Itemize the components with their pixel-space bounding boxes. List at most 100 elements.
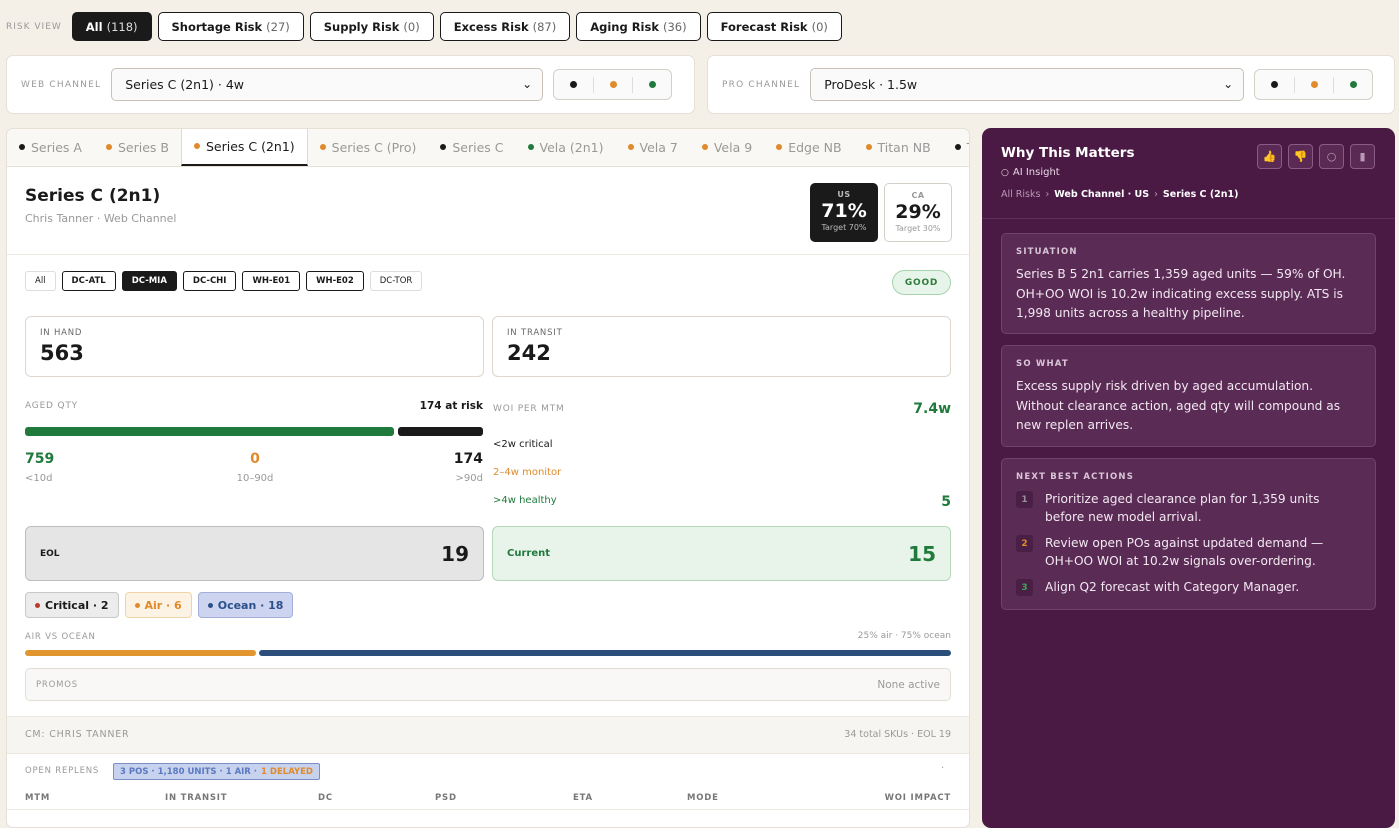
status-filter-orange[interactable] — [593, 76, 632, 93]
dc-filter-all[interactable]: All — [25, 271, 56, 291]
green-dot-icon — [648, 81, 656, 88]
col-eta: ETA — [573, 793, 593, 803]
orange-dot-icon — [134, 602, 140, 608]
dc-filter-wh-e02[interactable]: WH-E02 — [306, 271, 364, 291]
tab-series-a[interactable]: Series A — [7, 129, 94, 166]
orange-dot-icon — [1310, 81, 1318, 88]
open-replens-label: OPEN REPLENS — [25, 766, 100, 776]
dc-filter-atl[interactable]: DC-ATL — [61, 271, 116, 291]
tab-series-c[interactable]: Series C — [428, 129, 515, 166]
tab-vela-7[interactable]: Vela 7 — [616, 129, 690, 166]
eol-card[interactable]: EOL 19 — [25, 526, 484, 581]
tab-vela-9[interactable]: Vela 9 — [690, 129, 764, 166]
orange-dot-icon — [609, 81, 617, 88]
so-what-text: Excess supply risk driven by aged accumu… — [1016, 379, 1341, 432]
market-us-box[interactable]: US 71% Target 70% — [810, 183, 878, 242]
so-what-section: SO WHAT Excess supply risk driven by age… — [1001, 345, 1376, 447]
woi-healthy-count: 5 — [941, 494, 951, 510]
risk-filter-excess[interactable]: Excess Risk (87) — [439, 12, 571, 41]
promos-label: PROMOS — [36, 679, 78, 690]
replens-table-header — [7, 786, 969, 810]
thumbs-up-button[interactable]: 👍 — [1257, 144, 1282, 169]
critical-pill[interactable]: Critical · 2 — [25, 592, 119, 618]
tab-t[interactable]: T — [943, 129, 969, 166]
tab-series-c-pro[interactable]: Series C (Pro) — [308, 129, 429, 166]
status-dot-icon — [105, 144, 112, 150]
aged-bucket-mid-value: 0 — [250, 451, 260, 467]
action-item[interactable]: 1 Prioritize aged clearance plan for 1,3… — [1016, 490, 1361, 526]
risk-filter-aging[interactable]: Aging Risk (36) — [576, 12, 701, 41]
aged-qty-bar — [25, 427, 483, 436]
pro-channel-card: PRO CHANNEL ProDesk · 1.5w ⌄ — [707, 55, 1395, 114]
copy-icon: ▮ — [1359, 150, 1366, 163]
action-item[interactable]: 3 Align Q2 forecast with Category Manage… — [1016, 578, 1361, 596]
aged-bucket-old-value: 174 — [453, 451, 483, 467]
status-dot-icon — [527, 144, 534, 150]
woi-level-critical: <2w critical — [493, 439, 553, 450]
ocean-pill[interactable]: Ocean · 18 — [197, 592, 294, 618]
status-filter-green[interactable] — [632, 76, 671, 93]
web-channel-select[interactable]: Series C (2n1) · 4w ⌄ — [111, 68, 544, 101]
aged-bar-young — [25, 427, 394, 436]
dc-filter-mia[interactable]: DC-MIA — [121, 271, 177, 291]
status-dot-icon — [440, 144, 447, 150]
dc-filter-chi[interactable]: DC-CHI — [182, 271, 237, 291]
red-dot-icon — [35, 602, 40, 608]
breadcrumb-product: Series C (2n1) — [1162, 189, 1239, 200]
breadcrumb-channel[interactable]: Web Channel · US — [1054, 189, 1149, 200]
risk-filter-supply[interactable]: Supply Risk (0) — [309, 12, 434, 41]
category-manager-row: CM: CHRIS TANNER 34 total SKUs · EOL 19 — [7, 716, 969, 754]
status-dot-icon — [627, 144, 634, 150]
dc-filter-tor[interactable]: DC-TOR — [369, 271, 423, 291]
insight-subtitle: AI Insight — [1012, 167, 1060, 178]
pro-channel-label: PRO CHANNEL — [722, 79, 801, 90]
current-value: 15 — [908, 541, 936, 566]
refresh-button[interactable]: ○ — [1319, 144, 1344, 169]
col-mtm: MTM — [25, 793, 51, 803]
tab-titan-nb[interactable]: Titan NB — [854, 129, 943, 166]
action-item[interactable]: 2 Review open POs against updated demand… — [1016, 534, 1361, 570]
risk-filter-all[interactable]: All (118) — [71, 12, 152, 41]
in-hand-value: 563 — [40, 341, 84, 365]
green-dot-icon — [1349, 81, 1357, 88]
next-actions-heading: NEXT BEST ACTIONS — [1016, 472, 1135, 482]
promos-row[interactable]: PROMOS None active — [25, 668, 951, 701]
copy-button[interactable]: ▮ — [1350, 144, 1375, 169]
thumbs-down-button[interactable]: 👎 — [1288, 144, 1313, 169]
col-in-transit: IN TRANSIT — [165, 793, 228, 803]
status-filter-orange[interactable] — [1294, 76, 1333, 93]
risk-filter-shortage[interactable]: Shortage Risk (27) — [157, 12, 304, 41]
aged-at-risk: 174 at risk — [419, 400, 483, 412]
thumbs-down-icon: 👎 — [1293, 150, 1308, 163]
breadcrumb-all-risks[interactable]: All Risks — [1001, 189, 1040, 200]
web-channel-label: WEB CHANNEL — [21, 79, 102, 90]
market-ca-box[interactable]: CA 29% Target 30% — [884, 183, 952, 242]
status-filter-black[interactable] — [1255, 77, 1294, 93]
status-filter-black[interactable] — [554, 77, 593, 93]
status-filter-green[interactable] — [1333, 76, 1372, 93]
in-transit-label: IN TRANSIT — [507, 328, 563, 338]
eol-label: EOL — [40, 548, 60, 559]
risk-filter-forecast[interactable]: Forecast Risk (0) — [706, 12, 842, 41]
tab-series-b[interactable]: Series B — [94, 129, 181, 166]
collapse-icon[interactable]: · — [941, 763, 944, 774]
replens-badge[interactable]: 3 POS · 1,180 UNITS · 1 AIR · 1 DELAYED — [113, 763, 320, 780]
in-hand-card: IN HAND 563 — [25, 316, 484, 377]
tab-edge-nb[interactable]: Edge NB — [764, 129, 853, 166]
tab-series-c-2n1[interactable]: Series C (2n1) — [180, 129, 308, 166]
current-card[interactable]: Current 15 — [492, 526, 951, 581]
thumbs-up-icon: 👍 — [1262, 150, 1277, 163]
col-mode: MODE — [687, 793, 719, 803]
aged-bar-old — [398, 427, 483, 436]
in-transit-value: 242 — [507, 341, 551, 365]
dc-filter-wh-e01[interactable]: WH-E01 — [242, 271, 301, 291]
status-dot-icon — [954, 144, 961, 150]
breadcrumb: All Risks › Web Channel · US › Series C … — [1001, 189, 1239, 200]
risk-view-label: RISK VIEW — [6, 21, 62, 32]
tab-vela-2n1[interactable]: Vela (2n1) — [516, 129, 616, 166]
air-pill[interactable]: Air · 6 — [124, 592, 192, 618]
woi-level-monitor: 2–4w monitor — [493, 467, 562, 478]
aged-bucket-young-label: <10d — [25, 473, 53, 484]
ai-circle-icon: ○ — [1001, 167, 1009, 178]
pro-channel-select[interactable]: ProDesk · 1.5w ⌄ — [810, 68, 1245, 101]
